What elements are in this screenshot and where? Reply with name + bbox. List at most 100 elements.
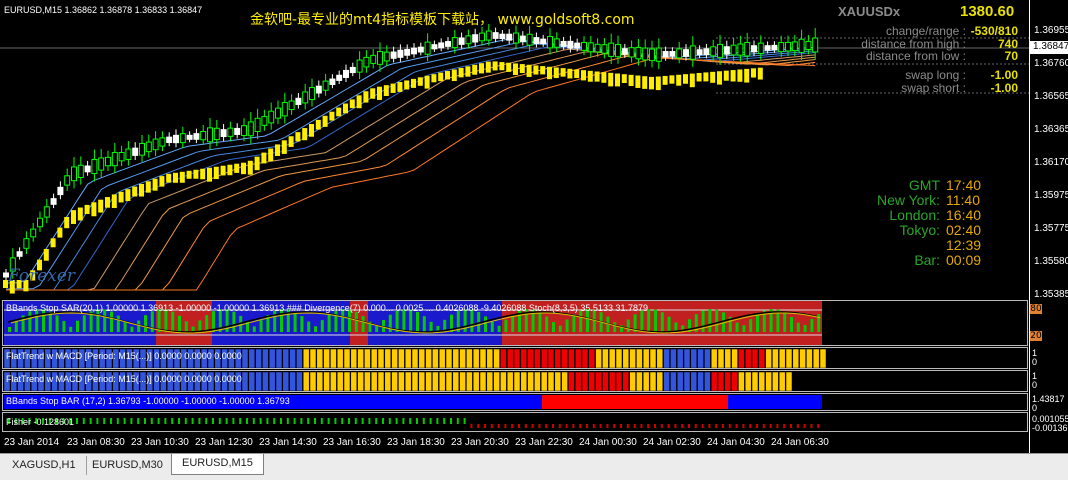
candle-body bbox=[302, 91, 309, 104]
trend-bar bbox=[207, 167, 212, 182]
candle-body bbox=[492, 32, 499, 39]
candle-body bbox=[499, 33, 506, 39]
trend-bar bbox=[587, 70, 593, 82]
trend-bar bbox=[689, 73, 695, 88]
candle-body bbox=[145, 141, 152, 153]
candle-body bbox=[377, 51, 383, 65]
symbol-header: EURUSD,M15 1.36862 1.36878 1.36833 1.368… bbox=[4, 5, 203, 15]
candle-body bbox=[159, 137, 166, 147]
candle-body bbox=[50, 198, 57, 205]
candle-body bbox=[132, 147, 139, 156]
trend-bar bbox=[683, 74, 688, 84]
candle-body bbox=[479, 32, 485, 42]
price-label: 1.35385 bbox=[1034, 289, 1068, 300]
candle-body bbox=[343, 69, 349, 78]
trend-bar bbox=[159, 176, 165, 187]
tab-eurusd-m30[interactable]: EURUSD,M30 bbox=[82, 456, 174, 475]
time-label: 23 Jan 22:30 bbox=[515, 437, 573, 448]
price-label: 1.36760 bbox=[1034, 58, 1068, 69]
candle-body bbox=[540, 38, 547, 45]
candle-body bbox=[268, 110, 275, 124]
candle-body bbox=[57, 186, 64, 196]
candle-body bbox=[445, 41, 451, 47]
price-label: 1.35775 bbox=[1034, 223, 1068, 234]
info-label-swap-long: swap long : bbox=[905, 68, 966, 82]
trend-bar bbox=[506, 62, 512, 72]
trend-bar bbox=[315, 119, 321, 130]
info-price: 1380.60 bbox=[960, 3, 1015, 20]
candle-body bbox=[744, 41, 751, 57]
price-label: 1.36565 bbox=[1034, 91, 1068, 102]
candle-body bbox=[84, 165, 91, 173]
candle-body bbox=[798, 38, 805, 53]
candle-body bbox=[438, 42, 445, 49]
trend-bar bbox=[465, 66, 471, 77]
candle-body bbox=[254, 117, 261, 133]
candle-body bbox=[649, 48, 655, 62]
trend-bar bbox=[669, 75, 675, 84]
candle-body bbox=[98, 157, 105, 171]
moving-average-line bbox=[6, 53, 816, 291]
trend-bar bbox=[288, 136, 294, 147]
trend-bar bbox=[635, 75, 641, 88]
candle-body bbox=[778, 42, 785, 53]
candle-body bbox=[696, 49, 703, 56]
clock-label-london: London: bbox=[889, 207, 940, 223]
candle-body bbox=[669, 51, 676, 57]
info-symbol: XAUUSDx bbox=[838, 4, 901, 19]
trend-bar bbox=[451, 69, 457, 82]
trend-bar bbox=[567, 68, 573, 79]
candle-body bbox=[581, 42, 587, 51]
candle-body bbox=[220, 129, 227, 138]
candle-body bbox=[397, 49, 404, 58]
bbands-bar-axis-bottom: 0 bbox=[1032, 403, 1038, 413]
fisher-title: Fisher -0.128601 bbox=[6, 417, 75, 427]
candle-body bbox=[356, 59, 363, 73]
trend-bar bbox=[547, 66, 552, 80]
trend-bar bbox=[431, 74, 437, 83]
flattrend-2-axis-bottom: 0 bbox=[1032, 380, 1038, 390]
clock-label-gmt: GMT bbox=[908, 177, 940, 193]
fisher-axis-bottom: -0.00136 bbox=[1032, 423, 1068, 433]
candle-body bbox=[533, 37, 540, 44]
chart-tab-bar: XAGUSD,H1 EURUSD,M30 EURUSD,M15 bbox=[0, 453, 1068, 480]
tab-eurusd-m15[interactable]: EURUSD,M15 bbox=[171, 454, 264, 475]
candle-body bbox=[424, 41, 431, 55]
trend-bar bbox=[329, 111, 335, 121]
candle-body bbox=[526, 33, 533, 46]
trend-bar bbox=[370, 88, 376, 99]
trend-bar bbox=[540, 66, 546, 75]
trend-bar bbox=[404, 80, 410, 90]
clock-label-tokyo: Tokyo: bbox=[899, 222, 940, 238]
chart-area[interactable]: EURUSD,M15 1.36862 1.36878 1.36833 1.368… bbox=[0, 0, 1068, 479]
candle-body bbox=[23, 238, 30, 249]
flattrend-2-title: FlatTrend w MACD [Period: M15(...)] 0.00… bbox=[6, 374, 242, 384]
watermark-text: 金软吧-最专业的mt4指标模板下载站， www.goldsoft8.com bbox=[250, 12, 635, 28]
candle-body bbox=[77, 164, 84, 178]
bbands-bar-title: BBands Stop BAR (17,2) 1.36793 -1.00000 … bbox=[6, 396, 290, 406]
trend-bar bbox=[424, 75, 430, 89]
candle-body bbox=[227, 127, 234, 137]
candle-body bbox=[281, 102, 288, 117]
info-label-low: distance from low : bbox=[865, 49, 966, 63]
candle-body bbox=[322, 80, 329, 91]
clock-value-london: 16:40 bbox=[946, 207, 982, 223]
trend-bar bbox=[458, 67, 464, 78]
info-value-change: -530/810 bbox=[970, 24, 1018, 38]
candle-body bbox=[655, 47, 662, 62]
trend-bar bbox=[492, 61, 498, 71]
candle-body bbox=[431, 44, 438, 50]
trend-bar bbox=[696, 73, 702, 82]
trend-bar bbox=[553, 67, 559, 79]
trend-bar bbox=[145, 181, 151, 193]
candle-body bbox=[717, 43, 723, 58]
trend-bar bbox=[111, 194, 117, 208]
info-label-swap-short: swap short : bbox=[901, 81, 966, 95]
candle-body bbox=[723, 46, 730, 55]
trend-bar bbox=[302, 128, 308, 141]
candle-body bbox=[601, 44, 608, 54]
tab-xagusd-h1[interactable]: XAGUSD,H1 bbox=[2, 456, 87, 475]
trend-bar bbox=[132, 186, 138, 197]
trend-bar bbox=[105, 197, 110, 208]
fisher-panel[interactable] bbox=[2, 412, 1028, 432]
